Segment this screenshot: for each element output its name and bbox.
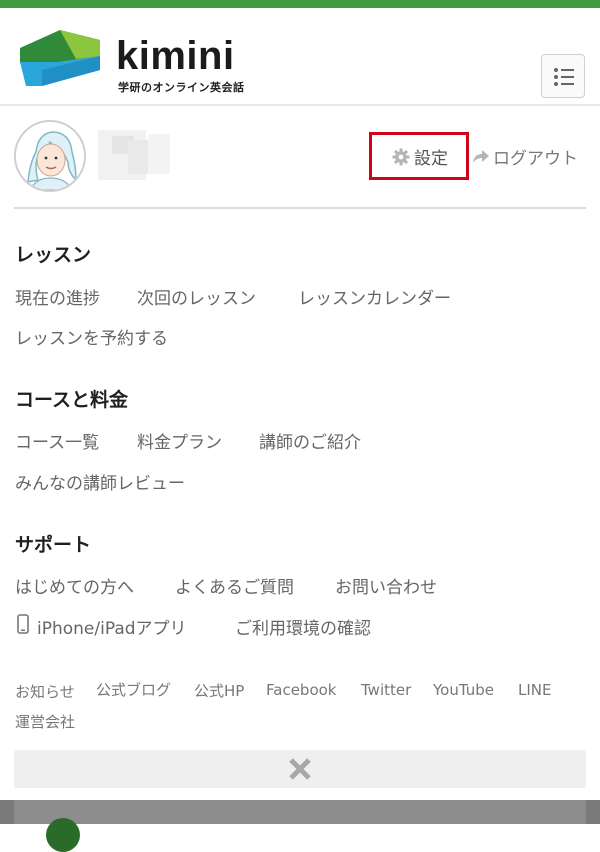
footer-link-official-hp[interactable]: 公式HP: [194, 680, 244, 701]
footer-link-youtube[interactable]: YouTube: [433, 681, 494, 699]
link-current-progress[interactable]: 現在の進捗: [15, 284, 100, 309]
gear-icon: [392, 148, 410, 165]
site-header: kimini 学研のオンライン英会話: [0, 8, 600, 104]
logo-tagline: 学研のオンライン英会話: [118, 81, 245, 94]
footer-link-twitter[interactable]: Twitter: [361, 681, 411, 699]
link-next-lesson[interactable]: 次回のレッスン: [137, 284, 256, 309]
link-iphone-app[interactable]: iPhone/iPadアプリ: [37, 614, 187, 639]
menu-button[interactable]: [541, 54, 585, 98]
footer-link-line[interactable]: LINE: [518, 681, 551, 699]
list-menu-icon: [554, 68, 574, 86]
profile-bar: 設定 ログアウト: [0, 106, 600, 208]
link-lesson-calendar[interactable]: レッスンカレンダー: [298, 284, 451, 309]
footer-link-news[interactable]: お知らせ: [15, 681, 75, 702]
link-environment-check[interactable]: ご利用環境の確認: [235, 614, 371, 639]
kimini-logo-icon: [20, 30, 100, 86]
profile-divider: [14, 207, 586, 209]
settings-link[interactable]: 設定: [392, 144, 448, 169]
link-book-lesson[interactable]: レッスンを予約する: [15, 324, 168, 349]
link-teachers[interactable]: 講師のご紹介: [259, 428, 361, 453]
close-x-icon: [289, 758, 311, 780]
smartphone-icon: [17, 614, 29, 634]
blurred-username: [98, 130, 172, 180]
section-title-course: コースと料金: [15, 389, 129, 411]
share-arrow-icon: [473, 149, 489, 163]
footer-link-facebook[interactable]: Facebook: [266, 681, 336, 699]
link-price-plan[interactable]: 料金プラン: [137, 428, 222, 453]
underlying-page-overlay: [0, 800, 600, 852]
link-contact[interactable]: お問い合わせ: [335, 573, 437, 598]
settings-label: 設定: [414, 149, 448, 169]
top-accent-bar: [0, 0, 600, 8]
section-title-support: サポート: [15, 534, 92, 556]
link-faq[interactable]: よくあるご質問: [175, 573, 294, 598]
kimini-logo[interactable]: kimini 学研のオンライン英会話: [16, 26, 266, 102]
logo-wordmark: kimini: [116, 34, 235, 78]
link-first-time[interactable]: はじめての方へ: [15, 573, 134, 598]
link-teacher-reviews[interactable]: みんなの講師レビュー: [15, 469, 185, 494]
logout-label: ログアウト: [493, 149, 578, 169]
user-avatar-icon[interactable]: [14, 120, 86, 192]
section-title-lesson: レッスン: [15, 244, 92, 266]
footer-link-company[interactable]: 運営会社: [15, 711, 75, 732]
close-menu-button[interactable]: [14, 750, 586, 788]
logout-link[interactable]: ログアウト: [472, 144, 578, 169]
footer-link-blog[interactable]: 公式ブログ: [96, 679, 171, 700]
link-course-list[interactable]: コース一覧: [15, 428, 99, 453]
